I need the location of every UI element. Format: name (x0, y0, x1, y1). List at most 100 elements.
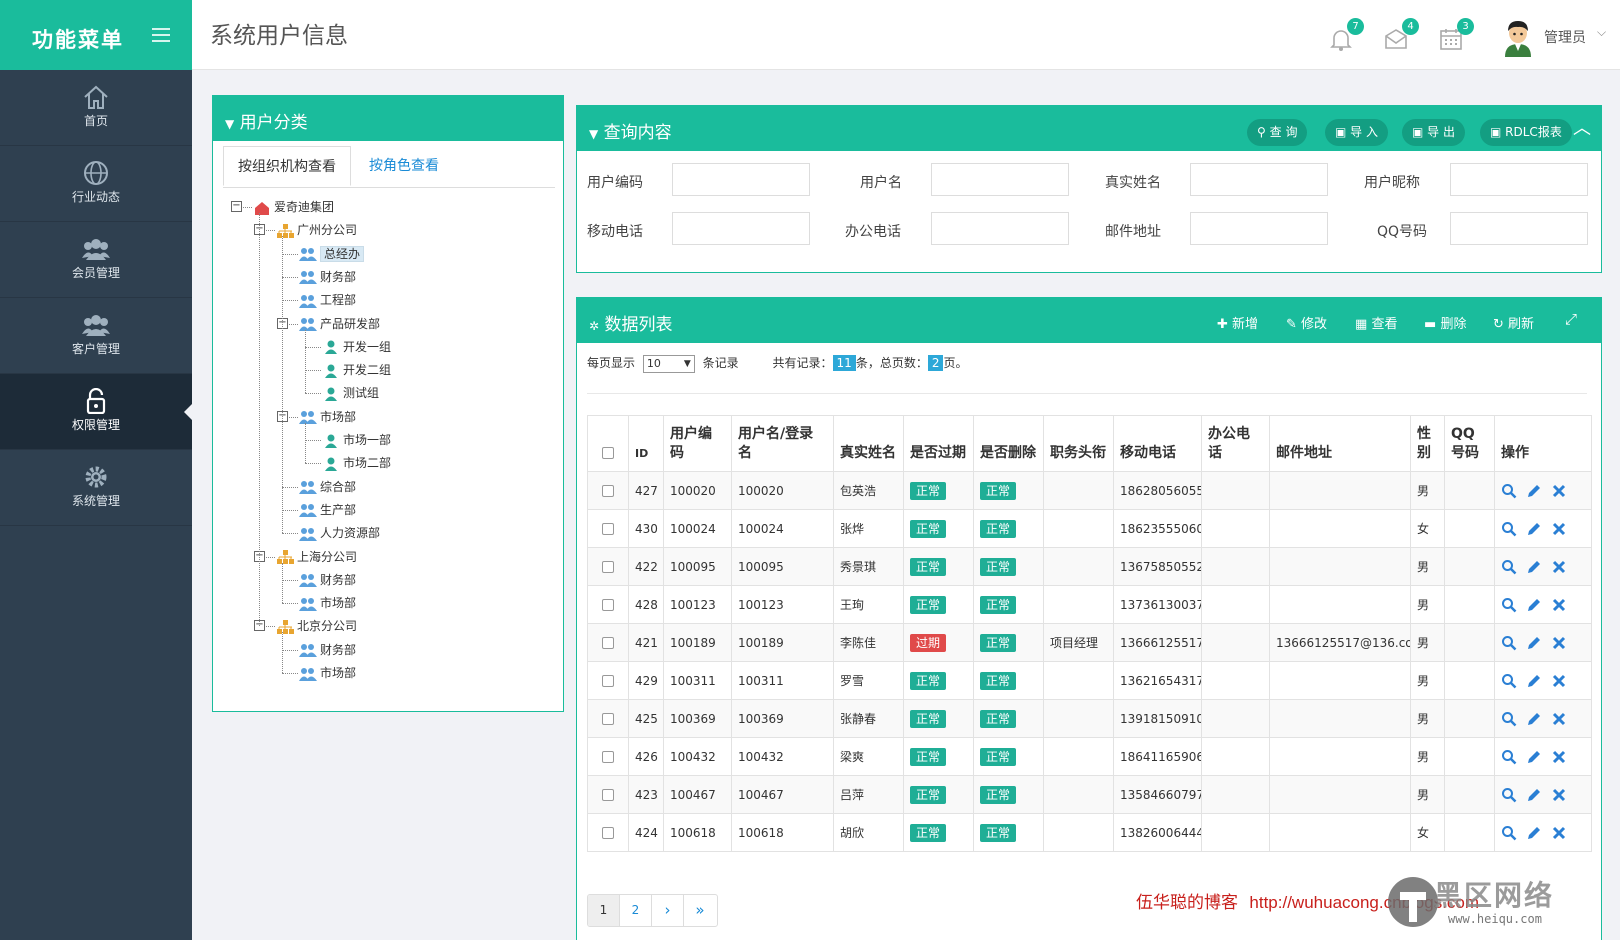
table-row[interactable]: 428 100123 100123 王珣 正常 正常 13736130037 男 (587, 585, 1592, 624)
nickname-input[interactable] (1450, 163, 1588, 196)
add-button[interactable]: ✚ 新增 (1217, 313, 1258, 332)
pencil-icon[interactable] (1526, 787, 1542, 803)
delete-icon[interactable] (1551, 635, 1567, 651)
tree-node[interactable]: 开发一组 (322, 336, 391, 358)
tree-node[interactable]: 测试组 (322, 382, 379, 404)
tree-node[interactable]: 市场一部 (322, 429, 391, 451)
export-button[interactable]: ▣ 导 出 (1402, 119, 1465, 146)
tree-node[interactable]: 市场部 (299, 406, 356, 428)
delete-icon[interactable] (1551, 787, 1567, 803)
row-checkbox[interactable] (602, 485, 614, 497)
delete-icon[interactable] (1551, 521, 1567, 537)
column-header[interactable]: 性别 (1410, 415, 1445, 472)
search-icon[interactable] (1501, 597, 1517, 613)
column-header[interactable]: 职务头衔 (1043, 415, 1114, 472)
sidebar-item-permissions[interactable]: 权限管理 (0, 374, 192, 450)
table-row[interactable]: 429 100311 100311 罗雪 正常 正常 13621654317 男 (587, 661, 1592, 700)
table-row[interactable]: 430 100024 100024 张烨 正常 正常 18623555060 女 (587, 509, 1592, 548)
rdlc-report-button[interactable]: ▣ RDLC报表 (1480, 119, 1572, 146)
search-icon[interactable] (1501, 559, 1517, 575)
row-checkbox[interactable] (602, 827, 614, 839)
tree-node[interactable]: 上海分公司 (276, 546, 357, 568)
qq-input[interactable] (1450, 212, 1588, 245)
pencil-icon[interactable] (1526, 635, 1542, 651)
delete-icon[interactable] (1551, 559, 1567, 575)
search-icon[interactable] (1501, 673, 1517, 689)
messages-button[interactable]: 4 (1383, 18, 1419, 52)
tree-node[interactable]: 财务部 (299, 266, 356, 288)
sidebar-item-system[interactable]: 系统管理 (0, 450, 192, 526)
column-header[interactable]: QQ号码 (1444, 415, 1495, 472)
tree-node[interactable]: 人力资源部 (299, 522, 380, 544)
table-row[interactable]: 424 100618 100618 胡欣 正常 正常 13826006444 女 (587, 813, 1592, 852)
sidebar-item-customers[interactable]: 客户管理 (0, 298, 192, 374)
mobile-input[interactable] (672, 212, 810, 245)
search-icon[interactable] (1501, 825, 1517, 841)
table-row[interactable]: 427 100020 100020 包英浩 正常 正常 18628056055 男 (587, 471, 1592, 510)
table-row[interactable]: 425 100369 100369 张静春 正常 正常 13918150910 男 (587, 699, 1592, 738)
table-row[interactable]: 426 100432 100432 梁爽 正常 正常 18641165906 男 (587, 737, 1592, 776)
page-1-button[interactable]: 1 (588, 895, 620, 926)
tree-collapse-toggle[interactable]: − (231, 201, 242, 212)
row-checkbox[interactable] (602, 637, 614, 649)
column-header[interactable]: ID (628, 415, 664, 472)
search-icon[interactable] (1501, 711, 1517, 727)
delete-icon[interactable] (1551, 483, 1567, 499)
row-checkbox[interactable] (602, 599, 614, 611)
select-all-checkbox[interactable] (602, 447, 614, 459)
tree-node[interactable]: 开发二组 (322, 359, 391, 381)
column-header[interactable]: 邮件地址 (1269, 415, 1411, 472)
delete-icon[interactable] (1551, 597, 1567, 613)
pencil-icon[interactable] (1526, 825, 1542, 841)
real-name-input[interactable] (1190, 163, 1328, 196)
tab-by-organization[interactable]: 按组织机构查看 (223, 146, 351, 186)
search-icon[interactable] (1501, 483, 1517, 499)
sidebar-item-members[interactable]: 会员管理 (0, 222, 192, 298)
import-button[interactable]: ▣ 导 入 (1325, 119, 1388, 146)
office-phone-input[interactable] (931, 212, 1069, 245)
delete-icon[interactable] (1551, 673, 1567, 689)
pencil-icon[interactable] (1526, 483, 1542, 499)
column-header[interactable]: 移动电话 (1113, 415, 1202, 472)
tree-node[interactable]: 市场部 (299, 592, 356, 614)
tree-node[interactable]: 北京分公司 (276, 615, 357, 637)
column-header[interactable]: 真实姓名 (833, 415, 904, 472)
search-icon[interactable] (1501, 635, 1517, 651)
tree-node[interactable]: 爱奇迪集团 (253, 196, 334, 218)
column-header[interactable]: 用户编码 (663, 415, 732, 472)
username-input[interactable] (931, 163, 1069, 196)
column-header[interactable]: 是否删除 (973, 415, 1044, 472)
delete-icon[interactable] (1551, 825, 1567, 841)
pencil-icon[interactable] (1526, 749, 1542, 765)
column-header[interactable]: 是否过期 (903, 415, 974, 472)
row-checkbox[interactable] (602, 561, 614, 573)
page-size-select[interactable]: 10 ▼ (642, 354, 695, 373)
sidebar-item-home[interactable]: 首页 (0, 70, 192, 146)
avatar[interactable] (1499, 17, 1537, 57)
tree-node[interactable]: 综合部 (299, 476, 356, 498)
collapse-icon[interactable]: ︿ (1573, 114, 1591, 140)
tree-node[interactable]: 总经办 (299, 243, 365, 265)
pencil-icon[interactable] (1526, 711, 1542, 727)
tree-node[interactable]: 财务部 (299, 569, 356, 591)
column-header[interactable]: 用户名/登录名 (731, 415, 834, 472)
search-icon[interactable] (1501, 521, 1517, 537)
tasks-button[interactable]: 3 (1438, 18, 1474, 52)
tree-node[interactable]: 生产部 (299, 499, 356, 521)
row-checkbox[interactable] (602, 789, 614, 801)
pencil-icon[interactable] (1526, 521, 1542, 537)
email-input[interactable] (1190, 212, 1328, 245)
search-icon[interactable] (1501, 787, 1517, 803)
tree-node[interactable]: 广州分公司 (276, 219, 357, 241)
last-page-button[interactable]: » (684, 895, 716, 926)
sidebar-item-industry[interactable]: 行业动态 (0, 146, 192, 222)
table-row[interactable]: 423 100467 100467 吕萍 正常 正常 13584660797 男 (587, 775, 1592, 814)
refresh-button[interactable]: ↻ 刷新 (1493, 313, 1534, 332)
delete-icon[interactable] (1551, 749, 1567, 765)
page-2-button[interactable]: 2 (620, 895, 652, 926)
delete-icon[interactable] (1551, 711, 1567, 727)
row-checkbox[interactable] (602, 713, 614, 725)
search-icon[interactable] (1501, 749, 1517, 765)
table-row[interactable]: 421 100189 100189 李陈佳 过期 正常 项目经理 13666125517 136… (587, 623, 1592, 662)
pencil-icon[interactable] (1526, 597, 1542, 613)
